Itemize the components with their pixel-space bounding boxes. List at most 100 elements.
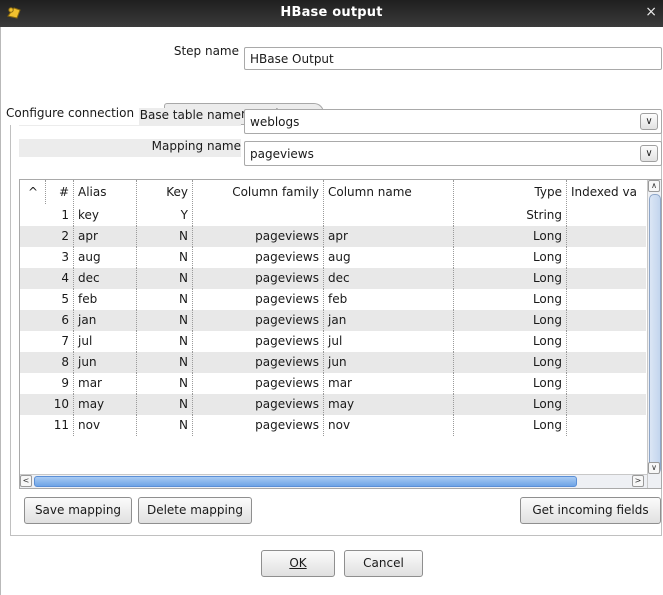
cell-key[interactable]: N: [137, 331, 193, 352]
delete-mapping-button[interactable]: Delete mapping: [138, 497, 252, 524]
cell-number[interactable]: 5: [20, 289, 74, 310]
cell-alias[interactable]: dec: [74, 268, 137, 289]
scroll-left-icon[interactable]: <: [20, 475, 32, 487]
cell-number[interactable]: 11: [20, 415, 74, 436]
cell-alias[interactable]: aug: [74, 247, 137, 268]
mapping-name-combo[interactable]: pageviews ∨: [244, 141, 662, 166]
cell-number[interactable]: 1: [20, 205, 74, 226]
table-row[interactable]: 9 mar Npageviews mar Long: [20, 373, 646, 394]
cell-column-name[interactable]: jan: [324, 310, 454, 331]
cell-column-family[interactable]: pageviews: [193, 247, 324, 268]
cell-column-name[interactable]: aug: [324, 247, 454, 268]
cell-column-name[interactable]: jul: [324, 331, 454, 352]
cell-type[interactable]: Long: [454, 226, 567, 247]
cell-column-name[interactable]: dec: [324, 268, 454, 289]
hbase-table-name-combo[interactable]: weblogs ∨: [244, 109, 662, 134]
cell-column-name[interactable]: may: [324, 394, 454, 415]
vertical-scrollbar[interactable]: ∧ ∨: [647, 180, 661, 488]
cell-alias[interactable]: jul: [74, 331, 137, 352]
cell-column-family[interactable]: pageviews: [193, 415, 324, 436]
cell-number[interactable]: 6: [20, 310, 74, 331]
cell-indexed-values[interactable]: [567, 226, 647, 247]
get-incoming-fields-button[interactable]: Get incoming fields: [520, 497, 661, 524]
header-alias[interactable]: Alias: [74, 180, 137, 204]
cell-column-name[interactable]: nov: [324, 415, 454, 436]
cell-column-family[interactable]: pageviews: [193, 373, 324, 394]
header-column-name[interactable]: Column name: [324, 180, 454, 204]
header-number[interactable]: #: [46, 180, 74, 204]
cell-column-name[interactable]: mar: [324, 373, 454, 394]
cell-indexed-values[interactable]: [567, 247, 647, 268]
horizontal-scroll-thumb[interactable]: [34, 476, 577, 487]
cell-type[interactable]: Long: [454, 289, 567, 310]
header-type[interactable]: Type: [454, 180, 567, 204]
chevron-down-icon[interactable]: ∨: [640, 113, 658, 130]
cell-indexed-values[interactable]: [567, 415, 647, 436]
table-row[interactable]: 6 jan Npageviews jan Long: [20, 310, 646, 331]
cell-indexed-values[interactable]: [567, 310, 647, 331]
cell-indexed-values[interactable]: [567, 331, 647, 352]
cell-indexed-values[interactable]: [567, 352, 647, 373]
vertical-scroll-thumb[interactable]: [649, 194, 661, 474]
table-row[interactable]: 8 jun Npageviews jun Long: [20, 352, 646, 373]
cell-alias[interactable]: jan: [74, 310, 137, 331]
sort-icon[interactable]: ^: [20, 180, 46, 204]
table-row[interactable]: 10 may Npageviews may Long: [20, 394, 646, 415]
cell-type[interactable]: String: [454, 205, 567, 226]
cancel-button[interactable]: Cancel: [344, 550, 423, 577]
cell-key[interactable]: N: [137, 226, 193, 247]
cell-alias[interactable]: jun: [74, 352, 137, 373]
cell-column-family[interactable]: [193, 205, 324, 226]
cell-column-name[interactable]: feb: [324, 289, 454, 310]
header-column-family[interactable]: Column family: [193, 180, 324, 204]
table-row[interactable]: 1 key Y String: [20, 205, 646, 226]
cell-number[interactable]: 7: [20, 331, 74, 352]
ok-button[interactable]: OK: [261, 550, 335, 577]
cell-column-family[interactable]: pageviews: [193, 289, 324, 310]
cell-alias[interactable]: apr: [74, 226, 137, 247]
cell-key[interactable]: N: [137, 289, 193, 310]
cell-alias[interactable]: key: [74, 205, 137, 226]
table-row[interactable]: 2 apr Npageviews apr Long: [20, 226, 646, 247]
header-indexed-values[interactable]: Indexed va: [567, 180, 647, 204]
table-row[interactable]: 5 feb Npageviews feb Long: [20, 289, 646, 310]
close-icon[interactable]: ×: [645, 4, 657, 20]
cell-column-family[interactable]: pageviews: [193, 268, 324, 289]
cell-type[interactable]: Long: [454, 373, 567, 394]
cell-type[interactable]: Long: [454, 310, 567, 331]
cell-indexed-values[interactable]: [567, 394, 647, 415]
cell-number[interactable]: 3: [20, 247, 74, 268]
cell-column-name[interactable]: apr: [324, 226, 454, 247]
cell-key[interactable]: N: [137, 394, 193, 415]
horizontal-scrollbar[interactable]: < >: [20, 474, 647, 488]
cell-number[interactable]: 9: [20, 373, 74, 394]
cell-column-name[interactable]: [324, 205, 454, 226]
cell-key[interactable]: Y: [137, 205, 193, 226]
mapping-table[interactable]: ^ # Alias Key Column family Column name …: [19, 179, 662, 489]
cell-column-family[interactable]: pageviews: [193, 226, 324, 247]
header-key[interactable]: Key: [137, 180, 193, 204]
cell-alias[interactable]: feb: [74, 289, 137, 310]
cell-type[interactable]: Long: [454, 352, 567, 373]
cell-key[interactable]: N: [137, 268, 193, 289]
step-name-input[interactable]: HBase Output: [244, 47, 662, 70]
cell-key[interactable]: N: [137, 310, 193, 331]
cell-column-family[interactable]: pageviews: [193, 331, 324, 352]
cell-indexed-values[interactable]: [567, 268, 647, 289]
cell-alias[interactable]: may: [74, 394, 137, 415]
cell-indexed-values[interactable]: [567, 373, 647, 394]
cell-number[interactable]: 8: [20, 352, 74, 373]
cell-key[interactable]: N: [137, 415, 193, 436]
scroll-up-icon[interactable]: ∧: [648, 180, 660, 192]
cell-indexed-values[interactable]: [567, 289, 647, 310]
cell-number[interactable]: 2: [20, 226, 74, 247]
chevron-down-icon[interactable]: ∨: [640, 145, 658, 162]
table-row[interactable]: 7 jul Npageviews jul Long: [20, 331, 646, 352]
table-row[interactable]: 11 nov Npageviews nov Long: [20, 415, 646, 436]
cell-key[interactable]: N: [137, 352, 193, 373]
cell-alias[interactable]: mar: [74, 373, 137, 394]
cell-type[interactable]: Long: [454, 268, 567, 289]
cell-number[interactable]: 10: [20, 394, 74, 415]
cell-type[interactable]: Long: [454, 415, 567, 436]
table-row[interactable]: 4 dec Npageviews dec Long: [20, 268, 646, 289]
